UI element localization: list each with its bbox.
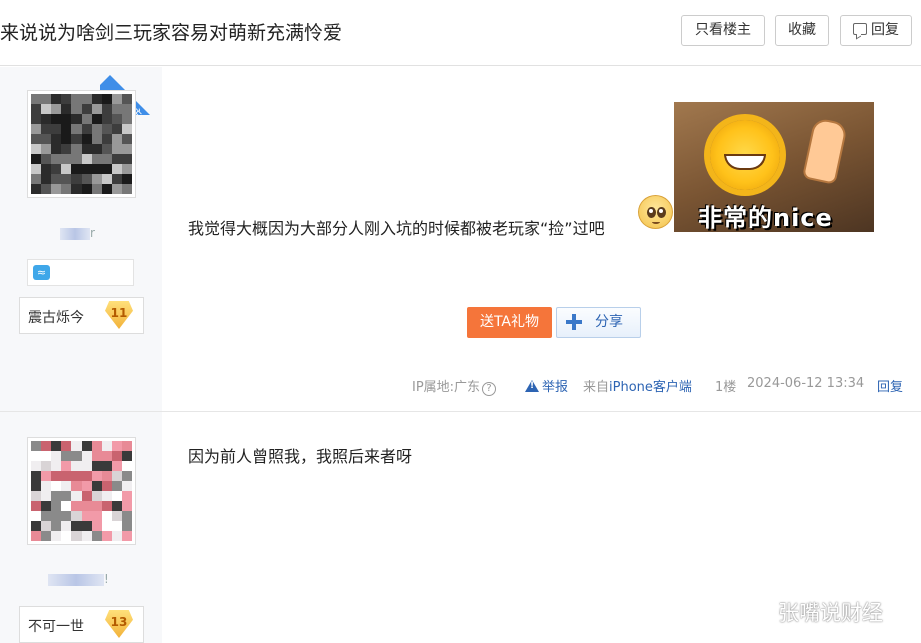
send-gift-button[interactable]: 送TA礼物 bbox=[467, 307, 552, 338]
share-plus-icon bbox=[566, 314, 582, 330]
help-icon[interactable]: ? bbox=[482, 382, 497, 396]
post-datetime: 2024-06-12 13:34 bbox=[747, 376, 865, 391]
username[interactable]: r bbox=[60, 226, 95, 240]
client-link[interactable]: iPhone客户端 bbox=[609, 380, 692, 395]
meme-caption: 非常的nice bbox=[698, 204, 833, 232]
avatar-image bbox=[31, 94, 132, 194]
ip-location-text: IP属地:广东 bbox=[412, 380, 481, 395]
level-name: 震古烁今 bbox=[28, 310, 84, 326]
thread-header: 来说说为啥剑三玩家容易对萌新充满怜爱 只看楼主 收藏 回复 bbox=[0, 0, 921, 66]
report-label: 举报 bbox=[542, 380, 569, 395]
post-content: 我觉得大概因为大部分人刚入坑的时候都被老玩家“捡”过吧 bbox=[188, 219, 605, 238]
thread-title: 来说说为啥剑三玩家容易对萌新充满怜爱 bbox=[0, 22, 343, 44]
favorite-button[interactable]: 收藏 bbox=[775, 15, 829, 46]
share-button[interactable]: 分享 bbox=[556, 307, 641, 338]
post-content: 因为前人曾照我，我照后来者呀 bbox=[188, 447, 413, 466]
watermark: 张嘴说财经 bbox=[778, 601, 883, 625]
share-button-label: 分享 bbox=[595, 314, 623, 330]
avatar-image bbox=[31, 441, 132, 541]
reply-button[interactable]: 回复 bbox=[840, 15, 912, 46]
wave-icon: ≈ bbox=[33, 265, 50, 280]
meme-image[interactable]: 非常的nice bbox=[674, 102, 874, 232]
username[interactable]: ! bbox=[48, 572, 109, 586]
level-name: 不可一世 bbox=[28, 619, 84, 635]
client-prefix: 来自 bbox=[583, 380, 610, 395]
username-text: ! bbox=[104, 572, 109, 586]
level-number: 13 bbox=[110, 615, 128, 629]
only-op-button[interactable]: 只看楼主 bbox=[681, 15, 765, 46]
level-number: 11 bbox=[110, 306, 128, 320]
report-link[interactable]: 举报 bbox=[525, 376, 568, 395]
member-badge[interactable]: ≈ bbox=[27, 259, 134, 286]
post-reply-link[interactable]: 回复 bbox=[877, 376, 903, 395]
reply-button-label: 回复 bbox=[871, 22, 899, 38]
comment-icon bbox=[853, 23, 867, 35]
avatar[interactable] bbox=[27, 437, 136, 545]
level-badge[interactable]: 不可一世 13 bbox=[19, 606, 144, 643]
username-text: r bbox=[90, 226, 95, 240]
thumbs-up-icon bbox=[801, 117, 849, 185]
pleading-emoji-icon bbox=[638, 195, 673, 229]
warning-icon bbox=[525, 380, 539, 392]
client-source: 来自iPhone客户端 bbox=[583, 376, 692, 395]
ip-location: IP属地:广东? bbox=[412, 376, 497, 396]
level-badge[interactable]: 震古烁今 11 bbox=[19, 297, 144, 334]
avatar[interactable] bbox=[27, 90, 136, 198]
post-divider bbox=[0, 411, 921, 412]
level-gem-icon: 13 bbox=[105, 610, 133, 638]
floor-number: 1楼 bbox=[715, 380, 737, 395]
level-gem-icon: 11 bbox=[105, 301, 133, 329]
